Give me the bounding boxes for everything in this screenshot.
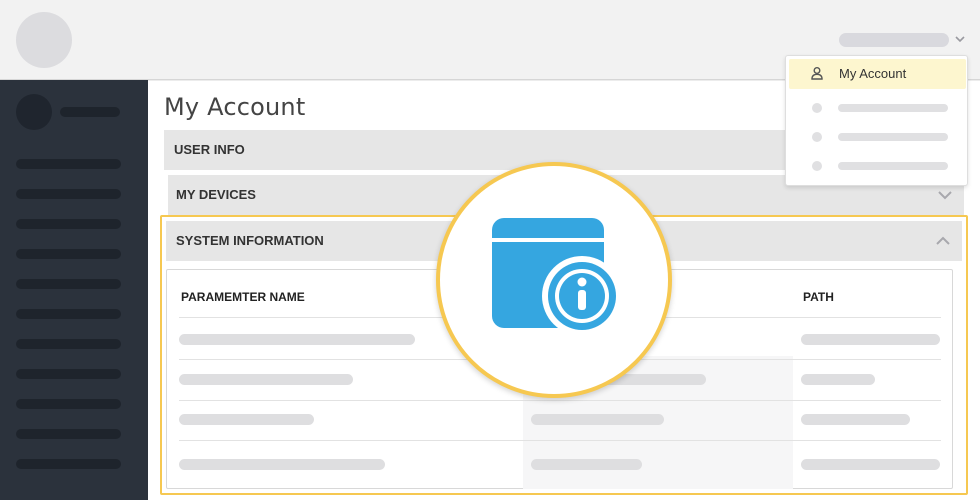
chevron-down-icon[interactable] — [936, 186, 954, 204]
sidebar — [0, 80, 148, 500]
table-cell-placeholder — [531, 459, 642, 470]
sidebar-item[interactable] — [16, 189, 121, 199]
chevron-down-icon[interactable] — [953, 32, 967, 46]
accordion-label: MY DEVICES — [176, 187, 256, 202]
column-header-parameter-name: PARAMEMTER NAME — [181, 290, 305, 304]
sidebar-item[interactable] — [16, 429, 121, 439]
row-divider — [179, 440, 941, 441]
table-cell-placeholder — [531, 414, 664, 425]
chevron-up-icon[interactable] — [934, 232, 952, 250]
accordion-label: SYSTEM INFORMATION — [176, 233, 324, 248]
menu-item-placeholder[interactable] — [838, 133, 948, 141]
sidebar-item[interactable] — [16, 219, 121, 229]
menu-item-icon-placeholder — [812, 103, 822, 113]
menu-item-placeholder[interactable] — [838, 104, 948, 112]
accordion-label: USER INFO — [174, 142, 245, 157]
page-title: My Account — [164, 93, 306, 121]
row-divider — [179, 400, 941, 401]
sidebar-item[interactable] — [16, 249, 121, 259]
table-cell-placeholder — [179, 414, 314, 425]
logo-placeholder — [16, 12, 72, 68]
sidebar-item[interactable] — [16, 159, 121, 169]
table-cell-placeholder — [801, 374, 875, 385]
sidebar-avatar — [16, 94, 52, 130]
menu-item-my-account[interactable]: My Account — [789, 59, 966, 89]
sidebar-item[interactable] — [16, 399, 121, 409]
sidebar-item[interactable] — [16, 369, 121, 379]
table-cell-placeholder — [801, 459, 940, 470]
menu-item-icon-placeholder — [812, 132, 822, 142]
sidebar-item[interactable] — [16, 279, 121, 289]
column-header-path: PATH — [803, 290, 834, 304]
sidebar-item[interactable] — [16, 309, 121, 319]
user-dropdown-menu: My Account — [785, 55, 968, 186]
table-cell-placeholder — [801, 414, 910, 425]
calendar-info-icon — [492, 218, 622, 336]
sidebar-item[interactable] — [16, 339, 121, 349]
feature-highlight-badge — [436, 162, 672, 398]
table-cell-placeholder — [179, 459, 385, 470]
menu-item-label: My Account — [839, 66, 907, 81]
user-menu-trigger[interactable] — [839, 33, 949, 47]
table-cell-placeholder — [179, 334, 415, 345]
menu-item-placeholder[interactable] — [838, 162, 948, 170]
menu-item-icon-placeholder — [812, 161, 822, 171]
sidebar-user-name-placeholder — [60, 107, 120, 117]
table-cell-placeholder — [179, 374, 353, 385]
table-cell-placeholder — [801, 334, 940, 345]
sidebar-item[interactable] — [16, 459, 121, 469]
person-icon — [809, 65, 825, 81]
